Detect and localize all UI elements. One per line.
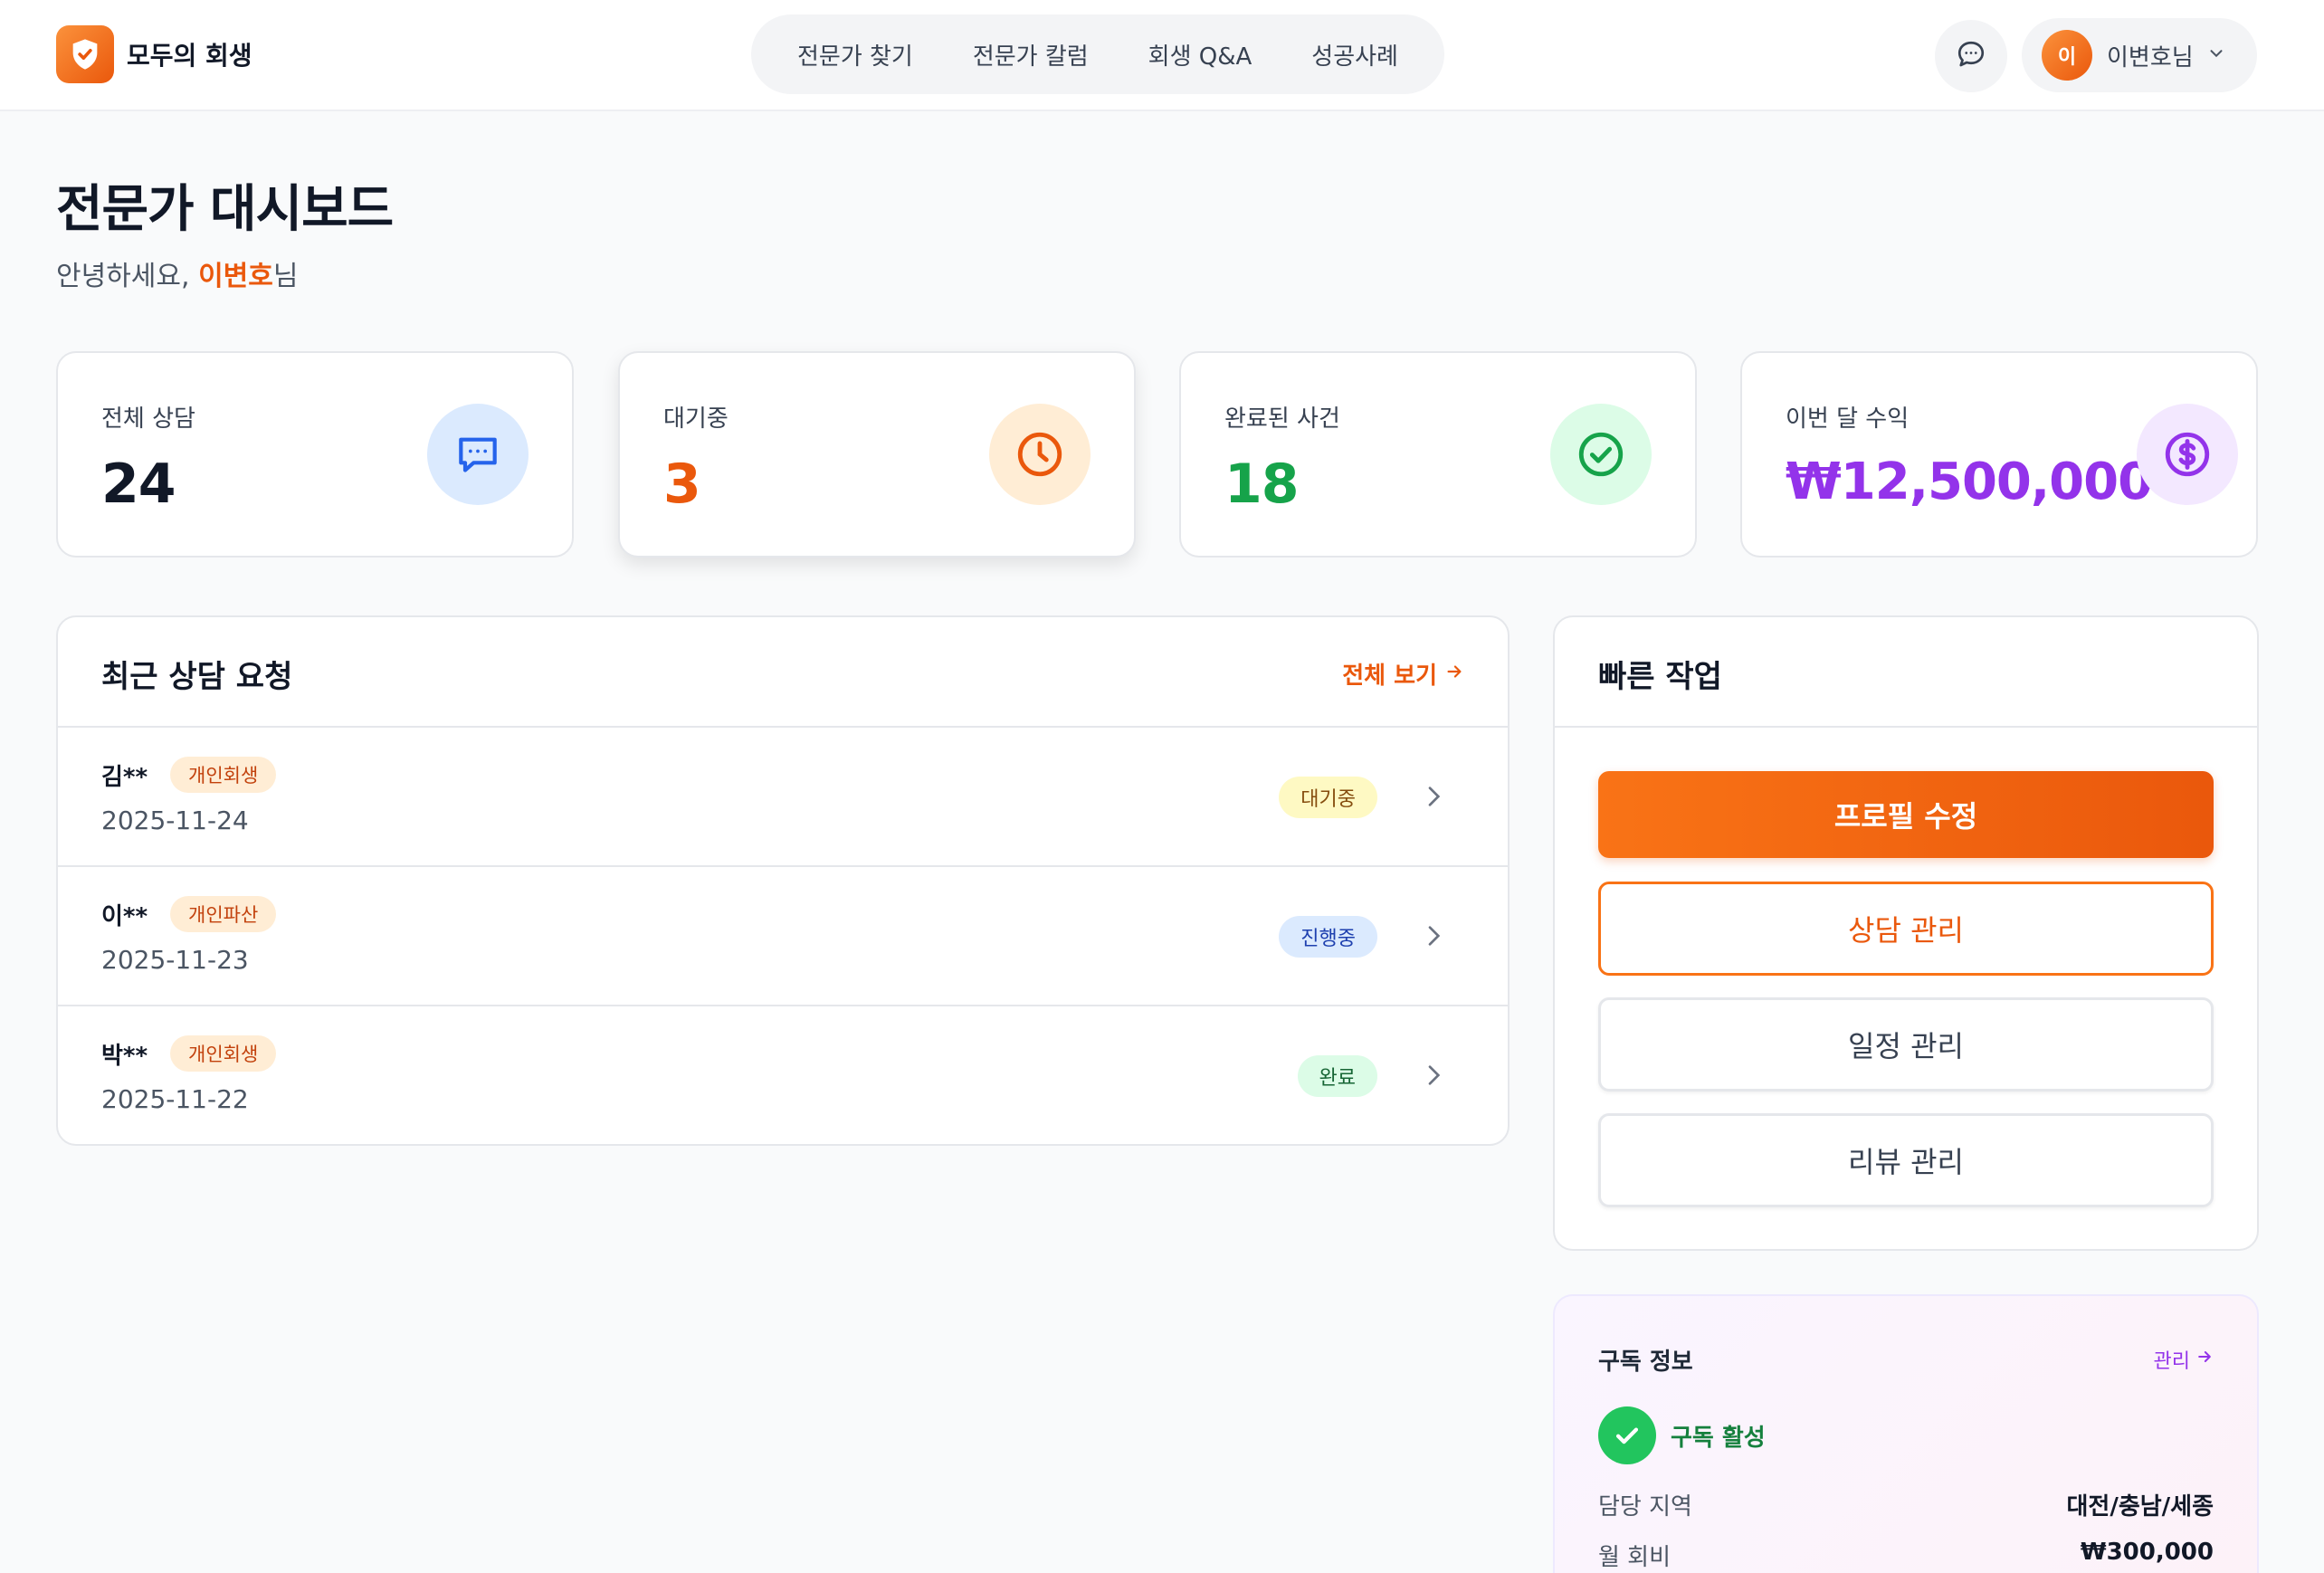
- manage-schedule-button[interactable]: 일정 관리: [1598, 997, 2214, 1092]
- greeting-prefix: 안녕하세요,: [56, 261, 199, 292]
- client-name: 김**: [101, 764, 148, 791]
- manage-label: 관리: [2153, 1350, 2190, 1373]
- panel-title: 최근 상담 요청: [101, 659, 293, 695]
- case-type-badge: 개인회생: [170, 1035, 277, 1072]
- stat-label: 대기중: [663, 405, 729, 433]
- greeting-user-name: 이변호: [198, 261, 273, 292]
- manage-consultations-button[interactable]: 상담 관리: [1598, 882, 2214, 976]
- user-name: 이변호님: [2107, 43, 2194, 72]
- panel-header: 최근 상담 요청 전체 보기: [58, 617, 1508, 728]
- chevron-right-icon[interactable]: [1419, 1061, 1448, 1093]
- request-date: 2025-11-24: [101, 806, 249, 835]
- chevron-right-icon[interactable]: [1419, 921, 1448, 954]
- subscription-status: 구독 활성: [1671, 1425, 1766, 1452]
- stat-label: 이번 달 수익: [1786, 405, 1910, 433]
- stat-card-total[interactable]: 전체 상담 24: [56, 351, 574, 558]
- view-all-label: 전체 보기: [1342, 663, 1437, 690]
- chevron-down-icon: [2206, 43, 2226, 67]
- arrow-right-icon: [2195, 1348, 2214, 1371]
- case-type-badge: 개인회생: [170, 757, 277, 793]
- edit-profile-button[interactable]: 프로필 수정: [1598, 771, 2214, 858]
- brand-logo[interactable]: 모두의 회생: [56, 25, 252, 83]
- client-name: 박**: [101, 1043, 148, 1070]
- quick-actions-panel: 빠른 작업 프로필 수정 상담 관리 일정 관리 리뷰 관리: [1553, 615, 2259, 1251]
- subscription-title: 구독 정보: [1598, 1349, 1693, 1376]
- recent-requests-panel: 최근 상담 요청 전체 보기 김** 개인회생 2025-11-24 대기중 이…: [56, 615, 1510, 1146]
- table-row[interactable]: 박** 개인회생 2025-11-22 완료: [58, 1006, 1508, 1144]
- user-menu[interactable]: 이 이변호님: [2022, 18, 2257, 92]
- chevron-right-icon[interactable]: [1419, 782, 1448, 815]
- messages-button[interactable]: [1935, 20, 2007, 92]
- dollar-icon: [2137, 404, 2238, 505]
- request-date: 2025-11-23: [101, 945, 249, 975]
- status-badge: 대기중: [1279, 777, 1377, 818]
- region-value: 대전/충남/세종: [2066, 1493, 2214, 1521]
- check-icon: [1598, 1406, 1656, 1464]
- greeting-suffix: 님: [272, 261, 299, 292]
- brand-name: 모두의 회생: [127, 41, 252, 71]
- stat-value: 3: [663, 453, 701, 516]
- nav-qna[interactable]: 회생 Q&A: [1132, 27, 1269, 82]
- clock-icon: [989, 404, 1091, 505]
- message-bubble-icon: [1955, 38, 1987, 74]
- stat-card-pending[interactable]: 대기중 3: [618, 351, 1136, 558]
- chat-icon: [427, 404, 529, 505]
- table-row[interactable]: 이** 개인파산 2025-11-23 진행중: [58, 867, 1508, 1006]
- main-nav: 전문가 찾기 전문가 칼럼 회생 Q&A 성공사례: [751, 14, 1444, 94]
- fee-value: ₩300,000: [2080, 1539, 2214, 1566]
- view-all-link[interactable]: 전체 보기: [1342, 657, 1464, 691]
- manage-subscription-link[interactable]: 관리: [2154, 1345, 2214, 1374]
- case-type-badge: 개인파산: [170, 896, 277, 932]
- table-row[interactable]: 김** 개인회생 2025-11-24 대기중: [58, 728, 1508, 867]
- page-title: 전문가 대시보드: [56, 180, 394, 239]
- nav-success-stories[interactable]: 성공사례: [1295, 27, 1414, 82]
- stat-label: 전체 상담: [101, 405, 195, 433]
- status-badge: 진행중: [1279, 916, 1377, 958]
- check-circle-icon: [1550, 404, 1652, 505]
- stat-value: 24: [101, 453, 176, 516]
- nav-find-expert[interactable]: 전문가 찾기: [781, 27, 929, 82]
- shield-check-icon: [56, 25, 114, 83]
- stat-value: 18: [1224, 453, 1299, 516]
- stat-value: ₩12,500,000: [1786, 453, 2153, 511]
- client-name: 이**: [101, 903, 148, 930]
- status-badge: 완료: [1297, 1055, 1377, 1097]
- stat-label: 완료된 사건: [1224, 405, 1340, 433]
- arrow-right-icon: [1444, 661, 1464, 688]
- subscription-panel: 구독 정보 관리 구독 활성 담당 지역 대전/충남/세종 월 회비 ₩300,…: [1553, 1294, 2259, 1573]
- stat-card-completed[interactable]: 완료된 사건 18: [1179, 351, 1697, 558]
- region-label: 담당 지역: [1598, 1493, 1692, 1521]
- stat-card-revenue[interactable]: 이번 달 수익 ₩12,500,000: [1740, 351, 2258, 558]
- request-date: 2025-11-22: [101, 1084, 249, 1114]
- panel-header: 빠른 작업: [1555, 617, 2257, 728]
- top-header: 모두의 회생 전문가 찾기 전문가 칼럼 회생 Q&A 성공사례 이 이변호님: [0, 0, 2324, 111]
- nav-expert-column[interactable]: 전문가 칼럼: [957, 27, 1105, 82]
- manage-reviews-button[interactable]: 리뷰 관리: [1598, 1113, 2214, 1207]
- greeting: 안녕하세요, 이변호님: [56, 253, 299, 293]
- fee-label: 월 회비: [1598, 1544, 1672, 1571]
- avatar: 이: [2042, 30, 2092, 81]
- panel-title: 빠른 작업: [1598, 659, 1722, 695]
